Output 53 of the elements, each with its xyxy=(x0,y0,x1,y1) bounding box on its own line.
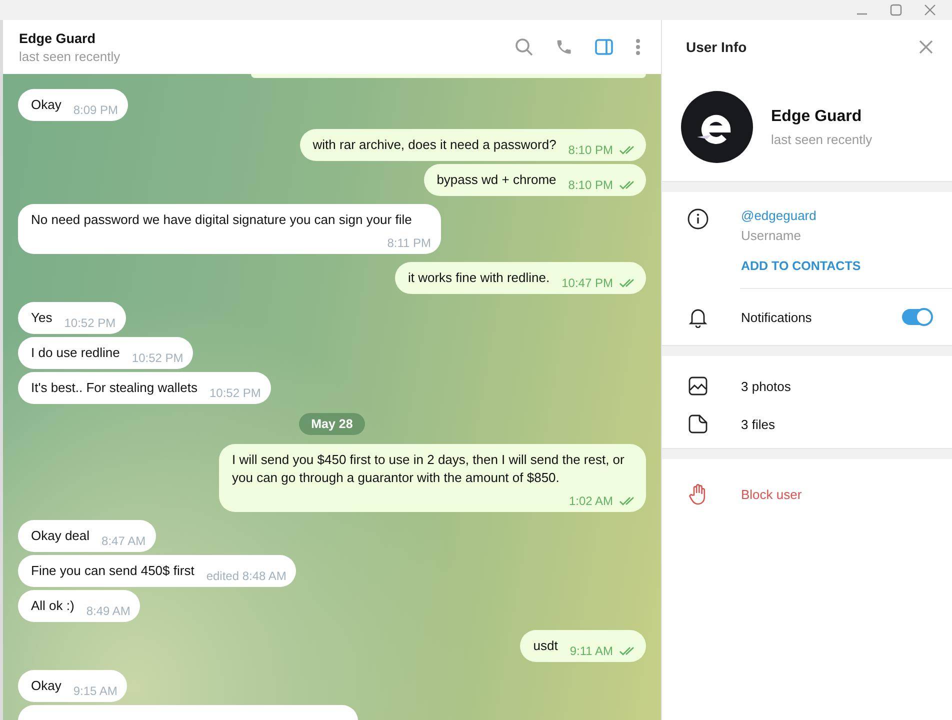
message-text: Okay deal xyxy=(31,527,90,545)
close-icon[interactable] xyxy=(924,4,936,16)
message-time: 10:52 PM xyxy=(210,385,261,402)
message-time: 10:52 PM xyxy=(132,350,184,367)
profile-status: last seen recently xyxy=(771,132,872,146)
avatar xyxy=(681,91,753,163)
message-time: 9:11 AM xyxy=(570,643,613,660)
message-text: All ok :) xyxy=(31,597,74,615)
info-icon xyxy=(687,208,709,230)
notifications-toggle[interactable] xyxy=(902,309,932,325)
more-icon[interactable] xyxy=(635,38,641,56)
message-text: bypass wd + chrome xyxy=(436,171,556,189)
profile-name: Edge Guard xyxy=(771,108,863,126)
message-time: 8:49 AM xyxy=(86,603,130,620)
message-time: 8:09 PM xyxy=(73,102,118,119)
message-time: 10:47 PM xyxy=(562,275,613,292)
message-time: 1:02 AM xyxy=(568,493,613,510)
message-time: edited 8:48 AM xyxy=(206,568,286,585)
message-text: I will send you $450 first to use in 2 days, then I will send the rest, or you can go through a guarantor with the amount of $850. xyxy=(232,451,626,487)
maximize-icon[interactable] xyxy=(890,4,902,16)
image-icon xyxy=(688,376,708,396)
message-text: Okay xyxy=(31,96,62,114)
message-time: 8:47 AM xyxy=(102,533,146,550)
username-label: Username xyxy=(741,228,802,243)
chat-name: Edge Guard xyxy=(19,30,97,46)
media-link[interactable]: 3 photos xyxy=(741,378,791,394)
message-time: 8:10 PM xyxy=(568,142,613,159)
message-text: I do use redline xyxy=(31,344,120,362)
file-icon xyxy=(688,414,708,434)
message-text: It's best.. For stealing wallets xyxy=(31,379,198,397)
message-text: Okay xyxy=(31,677,62,695)
close-icon[interactable] xyxy=(919,40,933,54)
username-link[interactable]: @edgeguard xyxy=(741,208,816,223)
message-text: usdt xyxy=(533,637,558,655)
date-badge: May 28 xyxy=(299,413,365,435)
add-to-contacts-button[interactable]: ADD TO CONTACTS xyxy=(741,259,861,273)
message-text: No need password we have digital signature you can sign your file xyxy=(31,211,412,229)
message-time: 9:15 AM xyxy=(73,683,118,700)
message-time: 8:11 PM xyxy=(387,235,431,252)
notifications-label: Notifications xyxy=(741,310,813,324)
chat-status: last seen recently xyxy=(19,48,122,64)
block-user-button[interactable]: Block user xyxy=(741,486,802,502)
panel-title: User Info xyxy=(686,39,747,55)
phone-icon[interactable] xyxy=(555,38,573,56)
search-icon[interactable] xyxy=(515,38,533,56)
message-time: 8:10 PM xyxy=(568,177,613,194)
media-link[interactable]: 3 files xyxy=(741,416,775,432)
message-text: with rar archive, does it need a password? xyxy=(312,136,556,154)
message-text: it works fine with redline. xyxy=(408,269,550,287)
message-text: Fine you can send 450$ first xyxy=(31,562,194,580)
message-text: Yes xyxy=(31,309,52,327)
message-time: 10:52 PM xyxy=(64,315,116,332)
sidebar-toggle-icon[interactable] xyxy=(595,38,613,56)
